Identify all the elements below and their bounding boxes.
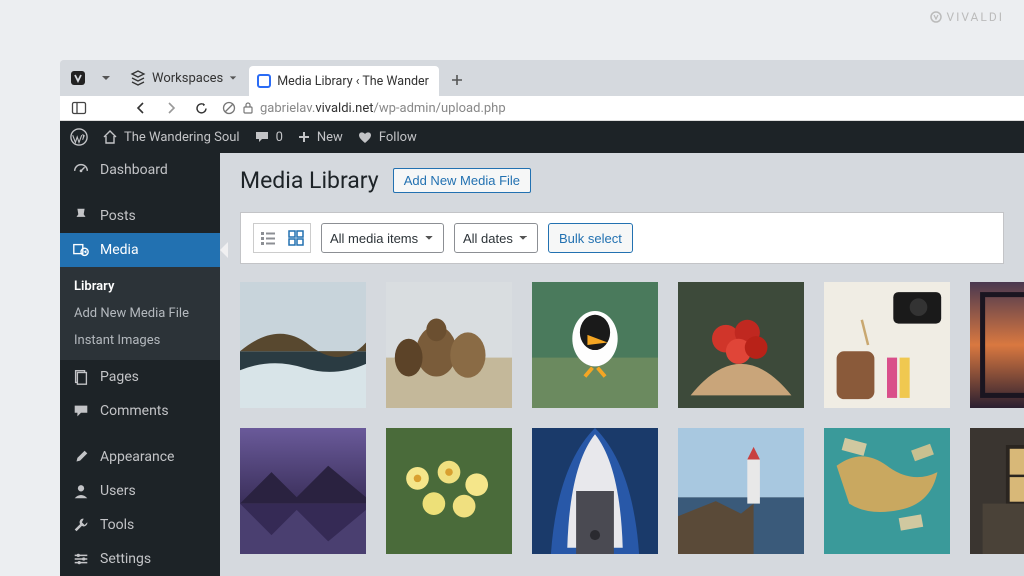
list-view-button[interactable] [254,224,282,252]
media-toolbar: All media items All dates Bulk select [240,212,1004,264]
submenu-instant-images[interactable]: Instant Images [60,327,220,354]
sidebar-item-label: Settings [100,551,151,567]
bulk-select-button[interactable]: Bulk select [548,223,633,253]
grid-view-button[interactable] [282,224,310,252]
address-bar: gabrielav.vivaldi.net/wp-admin/upload.ph… [60,96,1024,121]
sidebar-item-label: Posts [100,208,136,224]
submenu-library[interactable]: Library [60,273,220,300]
workspaces-icon [130,70,146,86]
wp-admin-bar: The Wandering Soul 0 New Follow [60,121,1024,153]
submenu-add-new[interactable]: Add New Media File [60,300,220,327]
vivaldi-menu-button[interactable] [66,66,90,90]
sliders-icon [72,550,90,568]
forward-button[interactable] [162,99,180,117]
sidebar-item-label: Tools [100,517,134,533]
media-thumb[interactable] [386,282,512,408]
new-content-link[interactable]: New [297,130,343,145]
media-thumb[interactable] [532,428,658,554]
pages-icon [72,368,90,386]
comments-icon [72,402,90,420]
page-title: Media Library [240,167,379,194]
tab-title: Media Library ‹ The Wander [277,74,429,89]
media-thumb[interactable] [532,282,658,408]
sidebar-item-pages[interactable]: Pages [60,360,220,394]
browser-window: Workspaces Media Library ‹ The Wander ga… [60,60,1024,576]
sidebar-item-label: Dashboard [100,162,168,178]
media-icon [72,241,90,259]
sidebar-item-label: Pages [100,369,139,385]
wp-logo-button[interactable] [70,128,88,146]
new-tab-button[interactable] [443,66,471,94]
add-new-button[interactable]: Add New Media File [393,168,531,193]
media-thumb[interactable] [970,428,1024,554]
sidebar-item-dashboard[interactable]: Dashboard [60,153,220,187]
home-icon [102,129,118,145]
chevron-down-icon [229,74,237,82]
workspaces-button[interactable]: Workspaces [122,70,245,86]
sidebar-item-label: Users [100,483,136,499]
media-thumb[interactable] [970,282,1024,408]
heart-icon [357,129,373,145]
sidebar-item-posts[interactable]: Posts [60,199,220,233]
dashboard-icon [72,161,90,179]
media-thumb[interactable] [240,428,366,554]
media-thumb[interactable] [678,428,804,554]
wrench-icon [72,516,90,534]
sidebar-item-tools[interactable]: Tools [60,508,220,542]
block-icon [222,101,236,115]
sidebar-item-label: Appearance [100,449,174,465]
tab-favicon [257,74,271,88]
comments-link[interactable]: 0 [254,129,283,145]
reload-button[interactable] [192,99,210,117]
comment-icon [254,129,270,145]
sidebar-item-settings[interactable]: Settings [60,542,220,576]
browser-tab[interactable]: Media Library ‹ The Wander [249,66,439,96]
media-thumb[interactable] [824,282,950,408]
media-grid [240,282,1004,554]
dropdown-icon[interactable] [94,66,118,90]
lock-icon [242,101,254,115]
sidebar-item-comments[interactable]: Comments [60,394,220,428]
wp-sidebar: Dashboard Posts Media Library Add New Me… [60,121,220,576]
media-thumb[interactable] [824,428,950,554]
panel-toggle-button[interactable] [70,99,88,117]
media-thumb[interactable] [678,282,804,408]
vivaldi-logo-icon [930,11,942,23]
media-thumb[interactable] [386,428,512,554]
view-toggle [253,223,311,253]
user-icon [72,482,90,500]
media-type-filter[interactable]: All media items [321,223,444,253]
page-header: Media Library Add New Media File [240,167,1004,194]
brush-icon [72,448,90,466]
url-display[interactable]: gabrielav.vivaldi.net/wp-admin/upload.ph… [222,101,506,116]
tab-strip: Workspaces Media Library ‹ The Wander [60,60,1024,96]
sidebar-item-label: Comments [100,403,169,419]
site-name-link[interactable]: The Wandering Soul [102,129,240,145]
sidebar-item-appearance[interactable]: Appearance [60,440,220,474]
plus-icon [297,130,311,144]
vivaldi-brand: VIVALDI [930,10,1004,24]
wordpress-icon [70,128,88,146]
wp-content: Media Library Add New Media File All med… [220,121,1024,576]
sidebar-item-media[interactable]: Media [60,233,220,267]
sidebar-item-users[interactable]: Users [60,474,220,508]
sidebar-item-label: Media [100,242,139,258]
pin-icon [72,207,90,225]
media-thumb[interactable] [240,282,366,408]
follow-link[interactable]: Follow [357,129,417,145]
back-button[interactable] [132,99,150,117]
sidebar-submenu: Library Add New Media File Instant Image… [60,267,220,360]
date-filter[interactable]: All dates [454,223,538,253]
